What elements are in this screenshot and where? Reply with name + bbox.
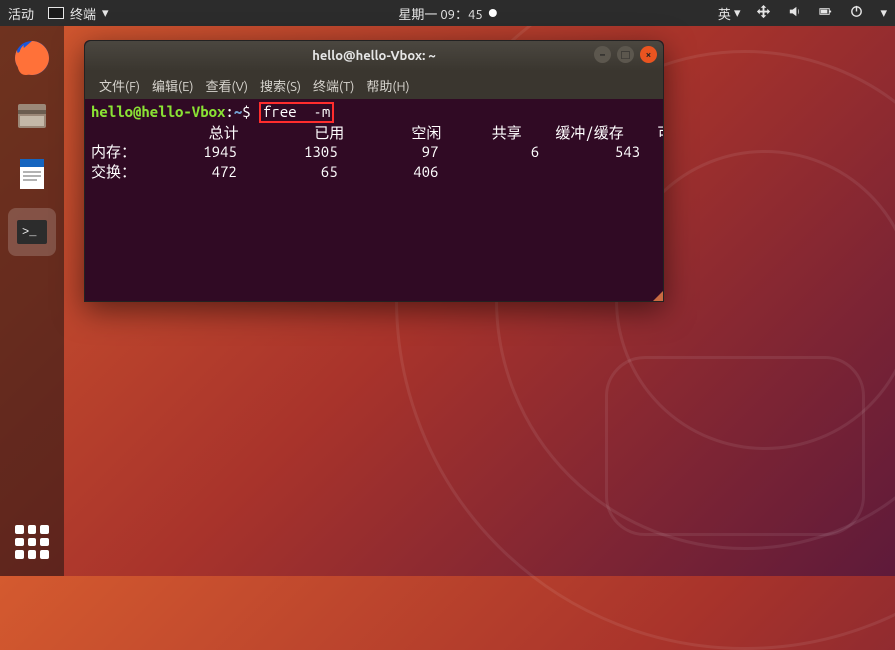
command-highlight: free -m: [259, 102, 334, 123]
app-menu[interactable]: 终端 ▾: [48, 4, 109, 23]
chevron-down-icon: ▾: [734, 6, 741, 21]
chevron-down-icon: ▾: [102, 6, 109, 21]
prompt-path: ~: [234, 103, 242, 120]
menu-file[interactable]: 文件(F): [95, 74, 144, 97]
prompt-dollar: $: [242, 103, 250, 120]
activities-button[interactable]: 活动: [8, 4, 34, 23]
dock-item-firefox[interactable]: [8, 34, 56, 82]
app-menu-label: 终端: [70, 4, 96, 23]
menu-edit[interactable]: 编辑(E): [148, 74, 197, 97]
menu-search[interactable]: 搜索(S): [256, 74, 305, 97]
menubar: 文件(F) 编辑(E) 查看(V) 搜索(S) 终端(T) 帮助(H): [85, 71, 663, 99]
terminal-body[interactable]: hello@hello-Vbox:~$ free -m 总计 已用 空闲 共享 …: [85, 99, 663, 301]
ime-label: 英: [718, 4, 731, 23]
window-title: hello@hello-Vbox: ~: [312, 49, 436, 63]
terminal-window: hello@hello-Vbox: ~ – □ × 文件(F) 编辑(E) 查看…: [84, 40, 664, 302]
dock: >_: [0, 26, 64, 576]
wallpaper-deco: [605, 356, 865, 536]
titlebar[interactable]: hello@hello-Vbox: ~ – □ ×: [85, 41, 663, 71]
files-icon: [12, 96, 52, 136]
output-swap: 交换： 472 65 406: [91, 163, 438, 180]
ime-indicator[interactable]: 英 ▾: [718, 4, 741, 23]
dock-item-terminal[interactable]: >_: [8, 208, 56, 256]
apps-icon: [15, 525, 49, 559]
resize-handle[interactable]: [650, 288, 664, 302]
close-button[interactable]: ×: [640, 46, 657, 63]
terminal-icon: >_: [12, 212, 52, 252]
writer-icon: [12, 154, 52, 194]
power-icon[interactable]: [849, 4, 864, 22]
minimize-button[interactable]: –: [594, 46, 611, 63]
top-panel: 活动 终端 ▾ 星期一 09：45 英 ▾ ▾: [0, 0, 895, 26]
dock-item-apps[interactable]: [8, 518, 56, 566]
clock-label: 星期一 09：45: [398, 4, 482, 23]
firefox-icon: [12, 38, 52, 78]
chevron-down-icon[interactable]: ▾: [880, 6, 887, 21]
network-icon[interactable]: [756, 4, 771, 22]
prompt-sep: :: [225, 103, 233, 120]
sound-icon[interactable]: [787, 4, 802, 22]
menu-help[interactable]: 帮助(H): [362, 74, 413, 97]
notification-dot-icon: [489, 9, 497, 17]
maximize-button[interactable]: □: [617, 46, 634, 63]
clock[interactable]: 星期一 09：45: [398, 4, 496, 23]
svg-text:>_: >_: [22, 225, 37, 239]
dock-item-writer[interactable]: [8, 150, 56, 198]
menu-terminal[interactable]: 终端(T): [309, 74, 358, 97]
prompt-user: hello@hello-Vbox: [91, 103, 225, 120]
output-mem: 内存： 1945 1305 97 6 543 475: [91, 143, 663, 160]
terminal-icon: [48, 7, 64, 19]
menu-view[interactable]: 查看(V): [202, 74, 252, 97]
battery-icon[interactable]: [818, 4, 833, 22]
output-header: 总计 已用 空闲 共享 缓冲/缓存 可用: [91, 124, 663, 141]
dock-item-files[interactable]: [8, 92, 56, 140]
